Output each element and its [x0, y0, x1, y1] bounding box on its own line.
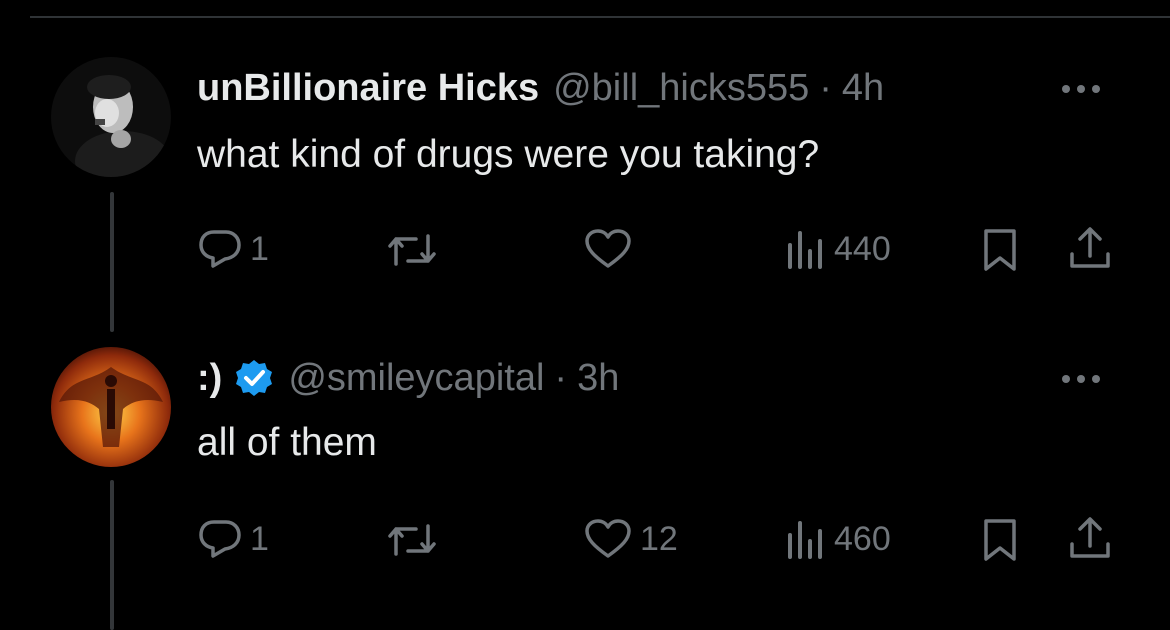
timestamp[interactable]: 4h [842, 66, 884, 110]
repost-icon [388, 234, 436, 266]
heart-icon [585, 519, 631, 558]
tweet-header: unBillionaire Hicks @bill_hicks555 · 4h [197, 66, 884, 110]
display-name[interactable]: unBillionaire Hicks [197, 66, 539, 110]
user-handle[interactable]: @bill_hicks555 [553, 66, 809, 110]
separator-dot: · [819, 67, 832, 109]
more-options-icon[interactable] [1062, 375, 1100, 383]
view-count: 460 [834, 519, 891, 558]
reply-count: 1 [250, 519, 269, 558]
like-button[interactable] [584, 229, 640, 269]
share-button[interactable] [1068, 516, 1112, 562]
thread-line [110, 192, 114, 332]
separator-dot: · [554, 357, 568, 399]
tweet-text: all of them [197, 421, 377, 464]
phoenix-fire-icon [51, 347, 171, 467]
bookmark-icon [984, 519, 1016, 561]
reply-count: 1 [250, 229, 269, 268]
avatar[interactable] [51, 347, 171, 467]
bookmark-icon [984, 229, 1016, 271]
share-button[interactable] [1068, 226, 1112, 272]
analytics-icon [788, 231, 822, 269]
avatar[interactable] [51, 57, 171, 177]
reply-icon [199, 230, 241, 268]
reply-button[interactable]: 1 [198, 518, 269, 560]
repost-button[interactable] [386, 520, 446, 560]
thread-line [110, 480, 114, 630]
like-count: 12 [640, 519, 678, 558]
views-button[interactable]: 460 [786, 519, 891, 559]
verified-badge-icon[interactable] [234, 358, 274, 398]
tweet-header: :) @smileycapital · 3h [197, 356, 619, 400]
reply-button[interactable]: 1 [198, 228, 269, 270]
bookmark-button[interactable] [982, 518, 1018, 562]
person-portrait-icon [51, 57, 171, 177]
bookmark-button[interactable] [982, 228, 1018, 272]
tweet-text: what kind of drugs were you taking? [197, 133, 820, 176]
heart-icon [585, 229, 631, 268]
timestamp[interactable]: 3h [577, 356, 619, 400]
view-count: 440 [834, 229, 891, 268]
user-handle[interactable]: @smileycapital [288, 356, 544, 400]
share-icon [1070, 517, 1110, 558]
repost-button[interactable] [386, 230, 446, 270]
analytics-icon [788, 521, 822, 559]
more-options-icon[interactable] [1062, 85, 1100, 93]
top-divider [30, 16, 1170, 18]
reply-icon [199, 520, 241, 558]
views-button[interactable]: 440 [786, 229, 891, 269]
share-icon [1070, 227, 1110, 268]
like-button[interactable]: 12 [584, 519, 678, 559]
display-name[interactable]: :) [197, 356, 222, 400]
repost-icon [388, 524, 436, 556]
